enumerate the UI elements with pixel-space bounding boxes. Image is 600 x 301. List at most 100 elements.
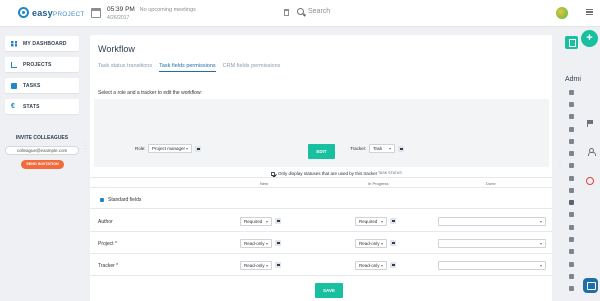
- permission-select-in-progress[interactable]: Read-only ▾: [355, 261, 387, 270]
- chevron-down-icon: ▾: [380, 263, 383, 268]
- chevron-down-icon: ▾: [185, 146, 188, 151]
- row-toggle-button[interactable]: [275, 218, 281, 224]
- current-date: 4/26/2017: [107, 15, 130, 21]
- search-icon[interactable]: [297, 8, 304, 15]
- chevron-down-icon: ▾: [539, 263, 542, 268]
- admin-panel-title: Admi: [565, 76, 581, 83]
- permission-select-new[interactable]: Read-only ▾: [240, 239, 272, 248]
- chevron-down-icon: ▾: [539, 241, 542, 246]
- dashboard-icon: [11, 40, 17, 47]
- section-toggle-icon[interactable]: [100, 198, 104, 202]
- person-icon[interactable]: [587, 148, 596, 156]
- alarm-icon[interactable]: [586, 177, 594, 185]
- send-invitation-button[interactable]: SEND INVITATION: [21, 160, 64, 169]
- task-status-header: TASK STATUS: [378, 171, 402, 175]
- admin-menu-icon[interactable]: [569, 90, 574, 95]
- admin-menu-icon[interactable]: [569, 274, 574, 279]
- workflow-panel: Workflow Task status transitions Task fi…: [90, 35, 552, 301]
- admin-menu-icon[interactable]: [569, 286, 574, 291]
- invite-email-field[interactable]: colleague@example.com: [5, 146, 79, 155]
- logo-suffix: PROJECT: [52, 10, 85, 18]
- flag-icon[interactable]: [587, 120, 594, 127]
- admin-menu-icon[interactable]: [569, 114, 574, 119]
- admin-menu-icon[interactable]: [569, 163, 574, 168]
- current-time: 05:39 PM: [107, 6, 135, 13]
- search-input[interactable]: Search: [308, 8, 330, 15]
- permission-select-done[interactable]: ▾: [438, 239, 546, 248]
- row-toggle-button[interactable]: [390, 240, 396, 246]
- row-toggle-button[interactable]: [390, 218, 396, 224]
- permission-select-new[interactable]: Required ▾: [240, 217, 272, 226]
- tab-task-status-transitions[interactable]: Task status transitions: [98, 63, 152, 72]
- sidebar-item-label: MY DASHBOARD: [23, 40, 67, 47]
- logo-icon: [18, 7, 29, 18]
- divider: [90, 177, 552, 178]
- sidebar-resize-handle[interactable]: · · ·: [84, 140, 86, 152]
- sidebar-item-label: PROJECTS: [23, 61, 52, 68]
- chevron-down-icon: ▾: [380, 241, 383, 246]
- edit-button[interactable]: EDIT: [308, 144, 335, 159]
- admin-menu-icon[interactable]: [569, 102, 574, 107]
- divider: [90, 208, 552, 209]
- chevron-down-icon: ▾: [380, 219, 383, 224]
- role-select[interactable]: Project manager ▾: [148, 144, 192, 153]
- permission-select-in-progress[interactable]: Required ▾: [355, 217, 387, 226]
- admin-menu-icon[interactable]: [569, 139, 574, 144]
- row-toggle-button[interactable]: [275, 240, 281, 246]
- tracker-multiselect-toggle[interactable]: [398, 146, 404, 152]
- invite-title: INVITE COLLEAGUES: [15, 135, 69, 141]
- column-header-new: New: [260, 181, 269, 186]
- gear-icon[interactable]: [569, 200, 574, 205]
- top-bar: easyPROJECT 05:39 PM No upcoming meeting…: [0, 0, 600, 27]
- tab-task-fields-permissions[interactable]: Task fields permissions: [159, 63, 216, 72]
- calendar-icon[interactable]: [91, 8, 101, 18]
- meetings-status[interactable]: No upcoming meetings: [140, 7, 196, 13]
- permission-select-in-progress[interactable]: Read-only ▾: [355, 239, 387, 248]
- admin-menu-icon[interactable]: [569, 249, 574, 254]
- copy-icon[interactable]: [565, 36, 578, 49]
- divider: [90, 231, 552, 232]
- row-label: Project *: [98, 241, 117, 247]
- plus-icon[interactable]: +: [581, 30, 598, 47]
- chevron-down-icon: ▾: [388, 146, 391, 151]
- save-button[interactable]: SAVE: [315, 283, 343, 298]
- admin-menu-icon[interactable]: [569, 262, 574, 267]
- divider: [90, 253, 552, 254]
- menu-icon[interactable]: [586, 9, 593, 15]
- logo[interactable]: easyPROJECT: [18, 7, 85, 18]
- tracker-select[interactable]: Task ▾: [369, 144, 395, 153]
- trash-icon[interactable]: [284, 9, 289, 16]
- admin-menu-icon[interactable]: [569, 127, 574, 132]
- permission-select-new[interactable]: Read-only ▾: [240, 261, 272, 270]
- only-used-statuses-checkbox[interactable]: [271, 172, 275, 176]
- column-header-done: Done: [486, 181, 496, 186]
- admin-menu-icon[interactable]: [569, 188, 574, 193]
- admin-menu-icon[interactable]: [569, 151, 574, 156]
- tasks-icon: [11, 82, 17, 89]
- admin-menu-icon[interactable]: [569, 225, 574, 230]
- chevron-down-icon: ▾: [539, 219, 542, 224]
- divider: [90, 275, 552, 276]
- avatar[interactable]: [556, 7, 568, 19]
- panel-resize-handle[interactable]: · · ·: [559, 156, 561, 168]
- sidebar-item-dashboard[interactable]: MY DASHBOARD: [5, 36, 79, 51]
- sidebar-item-label: TASKS: [23, 82, 41, 89]
- admin-menu-icon[interactable]: [569, 176, 574, 181]
- role-multiselect-toggle[interactable]: [195, 146, 201, 152]
- admin-menu-icon[interactable]: [569, 212, 574, 217]
- tabs: Task status transitions Task fields perm…: [98, 63, 280, 72]
- sidebar-item-stats[interactable]: € STATS: [5, 99, 79, 114]
- chat-icon[interactable]: [583, 278, 598, 293]
- permission-select-done[interactable]: ▾: [438, 217, 546, 226]
- instruction-text: Select a role and a tracker to edit the …: [98, 90, 202, 96]
- logo-brand: easy: [32, 7, 53, 18]
- admin-menu-icon[interactable]: [569, 237, 574, 242]
- sidebar-item-projects[interactable]: PROJECTS: [5, 57, 79, 72]
- row-toggle-button[interactable]: [275, 262, 281, 268]
- chevron-down-icon: ▾: [265, 219, 268, 224]
- projects-icon: [11, 61, 17, 68]
- sidebar-item-tasks[interactable]: TASKS: [5, 78, 79, 93]
- tab-crm-fields-permissions[interactable]: CRM fields permissions: [223, 63, 281, 72]
- permission-select-done[interactable]: ▾: [438, 261, 546, 270]
- row-toggle-button[interactable]: [390, 262, 396, 268]
